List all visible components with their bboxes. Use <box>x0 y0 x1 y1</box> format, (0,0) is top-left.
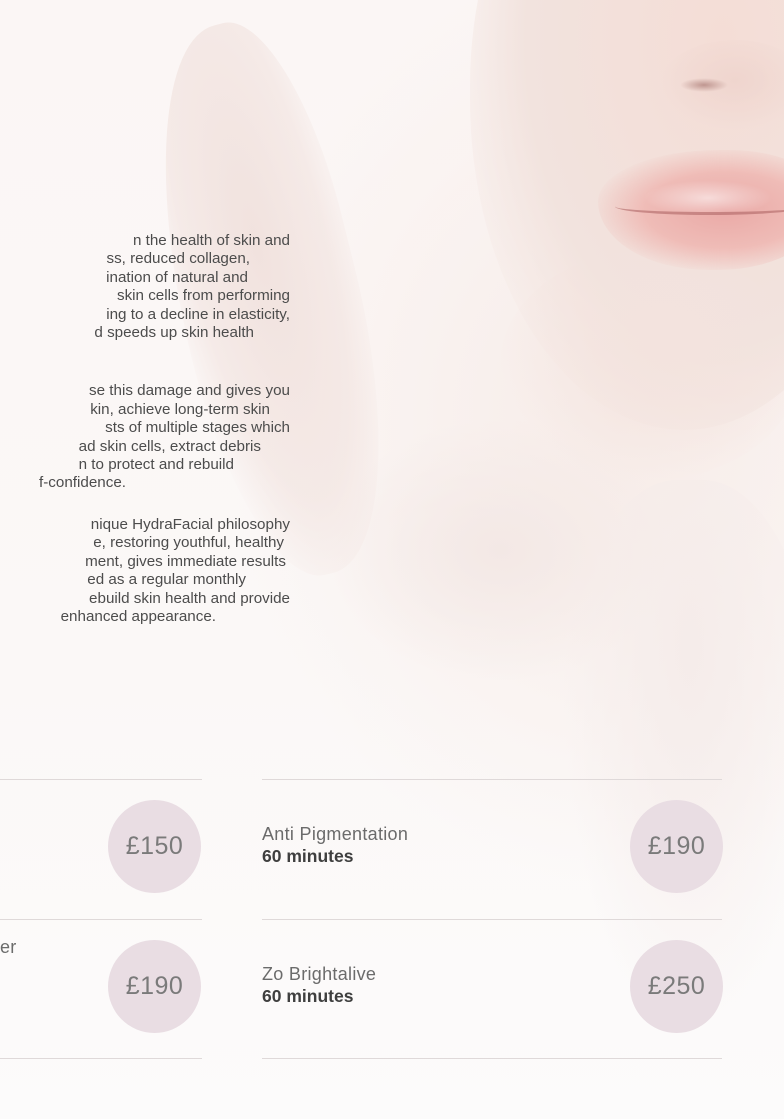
text-line: ebuild skin health and provide <box>89 589 290 607</box>
text-line: sts of multiple stages which <box>105 419 290 437</box>
text-line: ss, reduced collagen, <box>106 250 250 268</box>
text-line: d speeds up skin health <box>94 324 254 342</box>
text-line: e, restoring youthful, healthy <box>93 534 284 552</box>
text-line: ination of natural and <box>106 268 248 286</box>
price-badge: £190 <box>108 940 201 1033</box>
text-line: n to protect and rebuild <box>78 456 234 474</box>
text-line: ed as a regular monthly <box>87 571 246 589</box>
treatment-item[interactable]: er £190 <box>0 920 202 1058</box>
intro-paragraph-3: nique HydraFacial philosophy e, restorin… <box>0 516 290 626</box>
intro-paragraph-2: se this damage and gives you kin, achiev… <box>0 382 290 492</box>
price-badge: £150 <box>108 800 201 893</box>
text-line: ad skin cells, extract debris <box>78 437 261 455</box>
text-line: n the health of skin and <box>132 232 290 249</box>
treatment-duration: 60 minutes <box>262 846 354 866</box>
treatment-duration: 60 minutes <box>262 986 354 1006</box>
text-line: ing to a decline in elasticity, <box>106 305 290 323</box>
price-badge: £190 <box>630 800 723 893</box>
divider <box>262 1058 722 1059</box>
treatment-item[interactable]: £150 <box>0 780 202 919</box>
text-line: kin, achieve long-term skin <box>90 400 270 418</box>
divider <box>0 1058 202 1059</box>
text-line: enhanced appearance. <box>60 607 216 625</box>
text-line: skin cells from performing <box>116 287 290 305</box>
text-line: f-confidence. <box>39 474 126 492</box>
price-badge: £250 <box>630 940 723 1033</box>
text-line: se this damage and gives you <box>89 382 290 400</box>
intro-paragraph-1: n the health of skin and ss, reduced col… <box>0 232 290 342</box>
text-line: ment, gives immediate results <box>85 552 286 570</box>
treatment-item[interactable]: Anti Pigmentation 60 minutes £190 <box>262 780 723 919</box>
treatment-name: Zo Brightalive <box>262 964 377 984</box>
treatment-item[interactable]: Zo Brightalive 60 minutes £250 <box>262 920 723 1058</box>
text-line: nique HydraFacial philosophy <box>90 515 290 533</box>
treatment-name: Anti Pigmentation <box>262 824 409 844</box>
treatment-name: er <box>0 937 17 957</box>
nostril-shape <box>680 78 728 92</box>
intro-text: n the health of skin and ss, reduced col… <box>0 232 290 646</box>
